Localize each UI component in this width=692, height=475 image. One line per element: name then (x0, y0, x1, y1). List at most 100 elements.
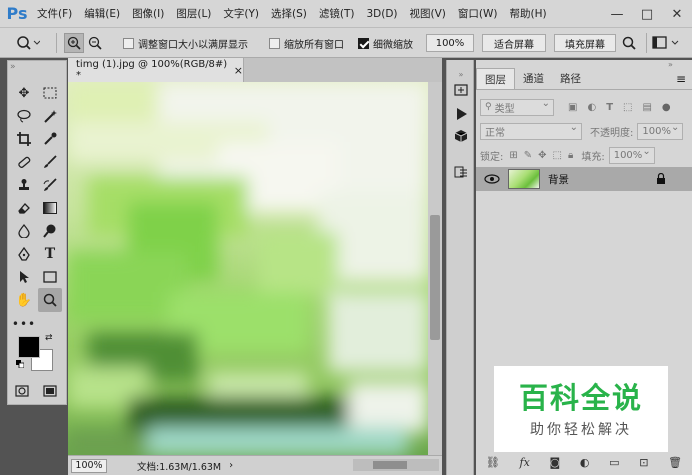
default-colors-icon[interactable] (16, 360, 25, 369)
close-tab-button[interactable]: × (234, 64, 243, 77)
search-button[interactable] (621, 28, 637, 58)
fill-field[interactable]: 100% (608, 146, 655, 164)
zoom-in-button[interactable] (64, 28, 84, 58)
brush-tool[interactable] (38, 152, 62, 172)
fit-window-checkbox[interactable]: 调整窗口大小以满屏显示 (123, 28, 248, 58)
swap-colors-icon[interactable]: ⇄ (45, 333, 53, 343)
rectangle-tool[interactable] (38, 267, 62, 287)
eraser-tool[interactable] (12, 198, 36, 218)
history-brush-tool[interactable] (38, 175, 62, 195)
menu-type[interactable]: 文字(Y) (217, 0, 265, 28)
tab-layers[interactable]: 图层 (476, 68, 515, 89)
hand-tool[interactable]: ✋ (12, 290, 36, 310)
filter-type-dropdown[interactable]: ⚲ 类型 (480, 98, 554, 116)
marquee-tool[interactable] (38, 83, 62, 103)
fx-icon[interactable]: fx (520, 456, 530, 469)
edit-toolbar-button[interactable]: ••• (12, 314, 36, 334)
toolbox-grip[interactable]: » (10, 62, 64, 72)
menu-help[interactable]: 帮助(H) (504, 0, 553, 28)
menu-window[interactable]: 窗口(W) (452, 0, 504, 28)
blur-tool[interactable] (12, 221, 36, 241)
filter-shape-icon[interactable]: ⬚ (623, 102, 632, 113)
link-layers-icon[interactable]: ⛓ (486, 456, 500, 469)
status-zoom-field[interactable]: 100% (71, 458, 107, 473)
menu-select[interactable]: 选择(S) (265, 0, 313, 28)
filter-pixel-icon[interactable]: ▣ (568, 102, 577, 113)
lock-pixels-icon[interactable]: ✎ (524, 150, 532, 161)
document-tab[interactable]: timg (1).jpg @ 100%(RGB/8#) * × (68, 58, 244, 82)
lasso-tool[interactable] (12, 106, 36, 126)
healing-brush-tool[interactable] (12, 152, 36, 172)
gradient-tool[interactable] (38, 198, 62, 218)
crop-tool[interactable] (12, 129, 36, 149)
adjustment-layer-icon[interactable]: ◐ (580, 456, 590, 469)
filter-adjust-icon[interactable]: ◐ (587, 102, 596, 113)
eraser-icon (18, 203, 30, 214)
zoom-tool-preset[interactable] (16, 28, 40, 58)
menu-view[interactable]: 视图(V) (404, 0, 452, 28)
filter-smart-icon[interactable]: ▤ (642, 102, 651, 113)
zoom-all-check[interactable] (269, 37, 280, 49)
canvas-image (68, 82, 428, 455)
horizontal-scrollbar-thumb[interactable] (373, 461, 407, 469)
document-canvas[interactable] (68, 82, 428, 455)
status-menu-arrow[interactable]: › (229, 460, 233, 471)
tab-channels[interactable]: 通道 (515, 68, 552, 89)
add-mask-icon[interactable]: ◙ (549, 456, 560, 469)
workspace-switcher[interactable] (652, 28, 682, 58)
delete-layer-icon[interactable]: 🗑︎ (668, 456, 682, 469)
lock-artboard-icon[interactable]: ⬚ (553, 150, 562, 161)
panel-menu-icon[interactable]: ≡ (676, 68, 686, 89)
zoom-tool[interactable] (38, 288, 62, 312)
scrubby-zoom-check[interactable] (358, 37, 369, 49)
menu-edit[interactable]: 编辑(E) (78, 0, 126, 28)
lock-all-icon[interactable]: 🔒︎ (568, 150, 573, 161)
paragraph-panel-button[interactable] (450, 162, 472, 182)
eyedropper-tool[interactable] (38, 129, 62, 149)
screen-mode-button[interactable] (38, 381, 62, 401)
fit-window-check[interactable] (123, 37, 134, 49)
scrubby-zoom-checkbox[interactable]: 细微缩放 (358, 28, 413, 58)
tab-paths[interactable]: 路径 (552, 68, 589, 89)
watermark-overlay: 百科全说 助你轻松解决 (494, 366, 668, 452)
move-tool[interactable]: ✥ (12, 83, 36, 103)
blend-mode-dropdown[interactable]: 正常 (480, 122, 582, 140)
pen-tool[interactable] (12, 244, 36, 264)
dodge-tool[interactable] (38, 221, 62, 241)
menu-filter[interactable]: 滤镜(T) (313, 0, 361, 28)
quick-mask-button[interactable] (10, 381, 34, 401)
lock-transparent-icon[interactable]: ⊞ (509, 150, 517, 161)
menu-3d[interactable]: 3D(D) (360, 0, 403, 28)
type-tool[interactable]: T (38, 244, 62, 264)
zoom-all-checkbox[interactable]: 缩放所有窗口 (269, 28, 344, 58)
zoom-out-button[interactable] (88, 28, 104, 58)
minimize-button[interactable]: — (602, 0, 632, 28)
history-panel-button[interactable] (450, 80, 472, 100)
layer-row-background[interactable]: 背景 (476, 167, 692, 191)
horizontal-scrollbar[interactable] (353, 459, 439, 471)
actions-panel-button[interactable] (450, 104, 472, 124)
path-selection-tool[interactable] (12, 267, 36, 287)
menu-image[interactable]: 图像(I) (126, 0, 170, 28)
watermark-subtitle: 助你轻松解决 (530, 422, 632, 438)
filter-type-icon[interactable]: T (606, 102, 613, 113)
visibility-eye-icon[interactable] (484, 173, 500, 185)
fit-screen-button[interactable]: 适合屏幕 (482, 34, 546, 52)
zoom-out-icon (88, 36, 102, 50)
new-layer-icon[interactable]: ⊡ (639, 456, 648, 469)
maximize-button[interactable]: □ (632, 0, 662, 28)
opacity-field[interactable]: 100% (637, 122, 684, 140)
filter-toggle-icon[interactable]: ● (662, 102, 671, 113)
menu-layer[interactable]: 图层(L) (170, 0, 217, 28)
fill-screen-button[interactable]: 填充屏幕 (554, 34, 616, 52)
lock-position-icon[interactable]: ✥ (538, 150, 546, 161)
filter-search-icon: ⚲ (485, 102, 492, 112)
zoom-value-field[interactable]: 100% (426, 34, 474, 52)
clone-stamp-tool[interactable] (12, 175, 36, 195)
vertical-scrollbar-thumb[interactable] (430, 215, 440, 340)
magic-wand-tool[interactable] (38, 106, 62, 126)
3d-panel-button[interactable] (450, 126, 472, 146)
new-group-icon[interactable]: ▭ (609, 456, 619, 469)
close-button[interactable]: ✕ (662, 0, 692, 28)
menu-file[interactable]: 文件(F) (31, 0, 78, 28)
